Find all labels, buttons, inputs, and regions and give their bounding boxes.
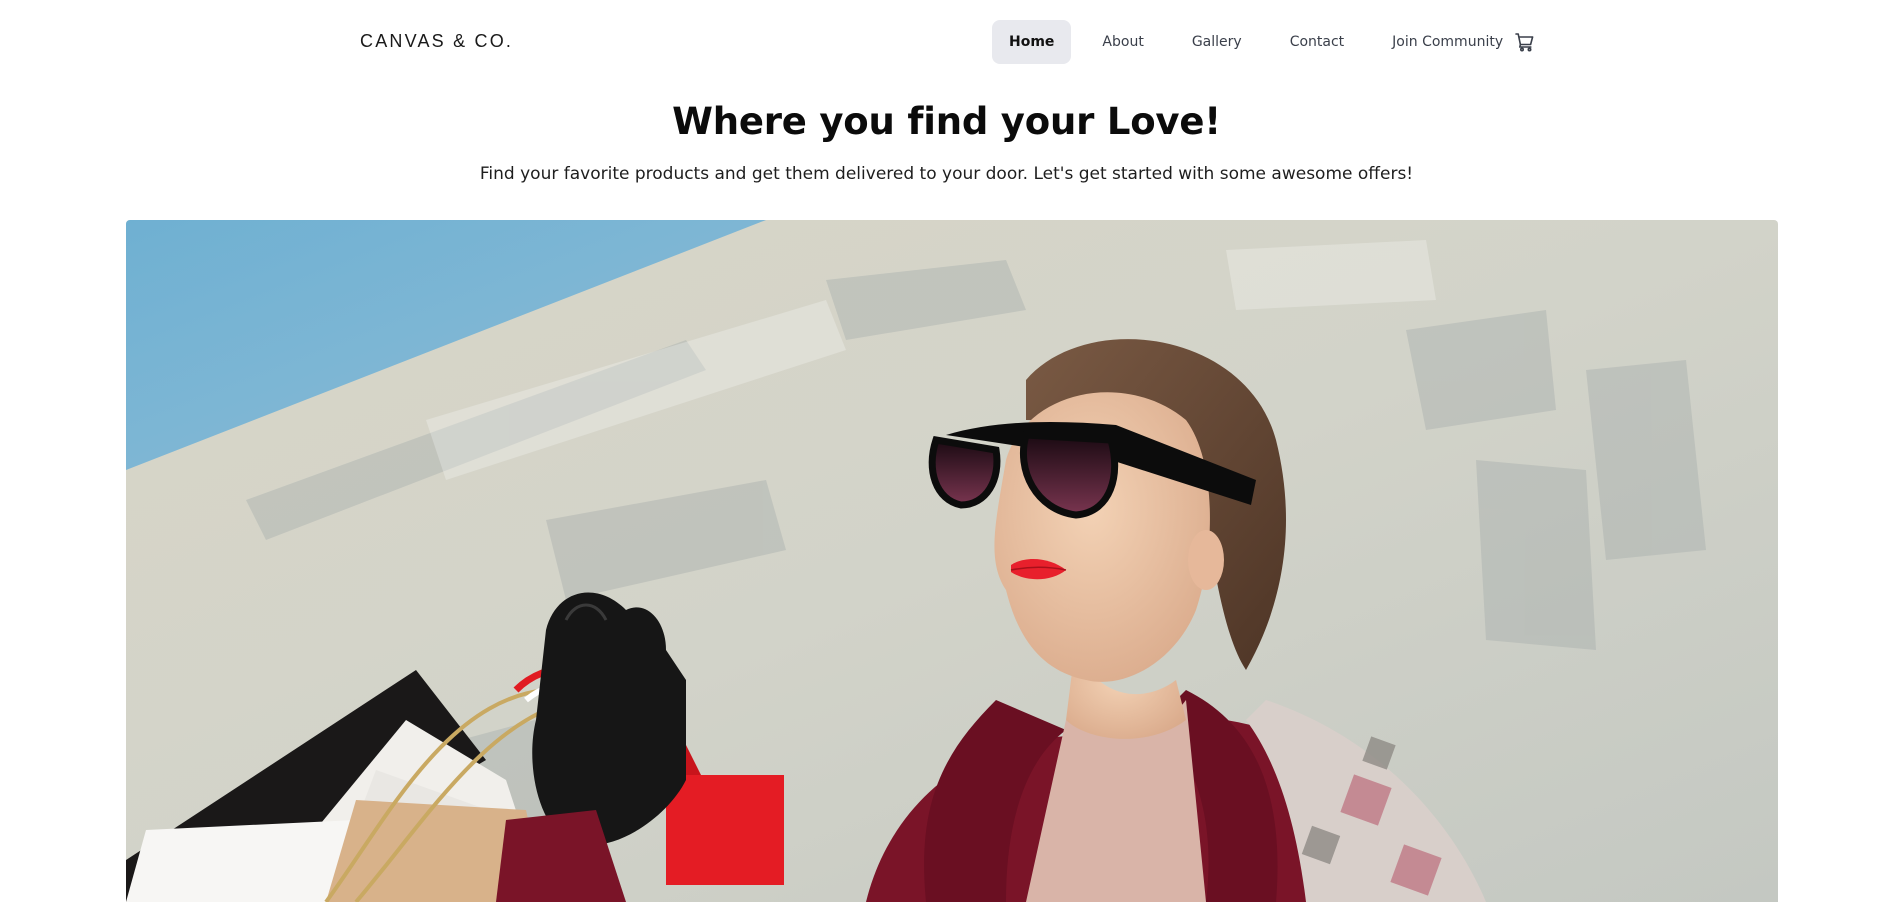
shopping-cart-icon[interactable] (1513, 30, 1537, 54)
hero-title: Where you find your Love! (672, 100, 1221, 143)
nav-contact[interactable]: Contact (1273, 20, 1361, 64)
brand-logo[interactable]: CANVAS & CO. (360, 31, 513, 52)
main-nav: Home About Gallery Contact Join Communit… (992, 20, 1534, 64)
hero-image (126, 220, 1778, 902)
site-header: CANVAS & CO. Home About Gallery Contact … (0, 0, 1893, 84)
nav-gallery[interactable]: Gallery (1175, 20, 1259, 64)
hero-subtitle: Find your favorite products and get them… (479, 164, 1414, 184)
page: CANVAS & CO. Home About Gallery Contact … (0, 0, 1893, 902)
nav-join-community[interactable]: Join Community (1375, 20, 1520, 64)
nav-about[interactable]: About (1085, 20, 1160, 64)
nav-home[interactable]: Home (992, 20, 1072, 64)
